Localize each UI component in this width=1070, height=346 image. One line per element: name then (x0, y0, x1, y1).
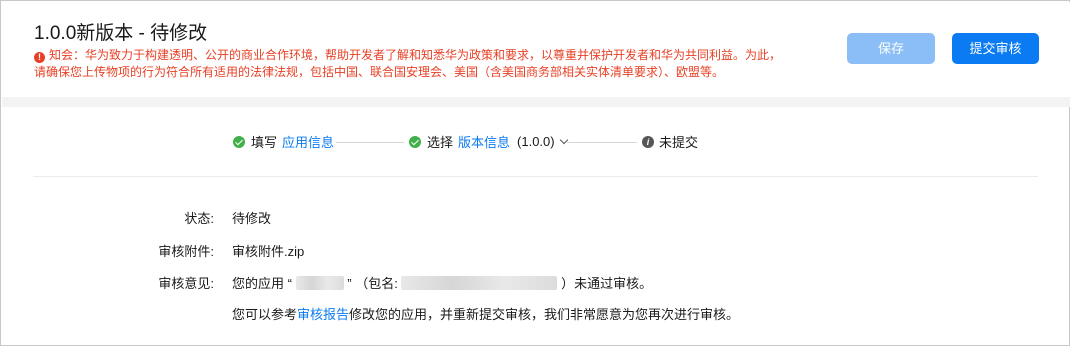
review-report-link[interactable]: 审核报告 (297, 307, 349, 322)
redacted-package-name (401, 276, 558, 290)
step-label: 未提交 (659, 135, 699, 150)
compliance-notice: ! 知会：华为致力于构建透明、公开的商业合作环境，帮助开发者了解和知悉华为政策和要… (34, 47, 824, 81)
package-open: （包名: (355, 276, 398, 291)
quote-open: “ (287, 276, 292, 291)
step-prefix: 选择 (427, 135, 454, 150)
check-circle-icon (233, 135, 245, 148)
submit-review-button[interactable]: 提交审核 (952, 33, 1039, 64)
section-gap (2, 97, 1070, 107)
page-header: 1.0.0新版本 - 待修改 ! 知会：华为致力于构建透明、公开的商业合作环境，帮… (2, 2, 1070, 97)
notice-text-1: 知会：华为致力于构建透明、公开的商业合作环境，帮助开发者了解和知悉华为政策和要求… (49, 48, 782, 62)
notice-text-2: 请确保您上传物项的行为符合所有适用的法律法规，包括中国、联合国安理会、美国（含美… (34, 65, 725, 79)
status-value: 待修改 (232, 211, 272, 226)
step-prefix: 填写 (251, 135, 278, 150)
opinion-line-1: 您的应用 “ ” （包名: ）未通过审核。 (232, 273, 652, 292)
opinion-prefix: 您的应用 (232, 276, 285, 291)
step-app-info: 填写 应用信息 (233, 132, 334, 151)
version-info-link[interactable]: 版本信息 (458, 132, 510, 151)
attachment-label: 审核附件: (158, 244, 214, 259)
alert-icon: ! (34, 52, 45, 63)
attachment-link[interactable]: 审核附件.zip (232, 241, 304, 260)
check-circle-icon (409, 135, 421, 148)
step-connector (336, 142, 404, 143)
version-number: (1.0.0) (517, 134, 555, 149)
save-button[interactable]: 保存 (847, 33, 935, 64)
package-close: ）未通过审核。 (561, 276, 653, 291)
notice-line-1: ! 知会：华为致力于构建透明、公开的商业合作环境，帮助开发者了解和知悉华为政策和要… (34, 47, 824, 64)
step-connector (567, 142, 637, 143)
status-label: 状态: (184, 211, 214, 226)
redacted-app-name (295, 276, 344, 290)
app-frame: 1.0.0新版本 - 待修改 ! 知会：华为致力于构建透明、公开的商业合作环境，帮… (0, 0, 1070, 346)
opinion-line2-suffix: 修改您的应用，并重新提交审核，我们非常愿意为您再次进行审核。 (349, 307, 740, 322)
step-version-info: 选择 版本信息 (1.0.0) (409, 132, 568, 151)
opinion-label: 审核意见: (158, 276, 214, 291)
info-icon: i (642, 135, 654, 148)
opinion-line-2: 您可以参考审核报告修改您的应用，并重新提交审核，我们非常愿意为您再次进行审核。 (232, 304, 739, 323)
page-title: 1.0.0新版本 - 待修改 (34, 23, 208, 44)
quote-close: ” (347, 276, 352, 291)
opinion-line2-prefix: 您可以参考 (232, 307, 298, 322)
app-info-link[interactable]: 应用信息 (282, 132, 334, 151)
step-submit: i 未提交 (642, 132, 698, 151)
divider (33, 176, 1038, 177)
